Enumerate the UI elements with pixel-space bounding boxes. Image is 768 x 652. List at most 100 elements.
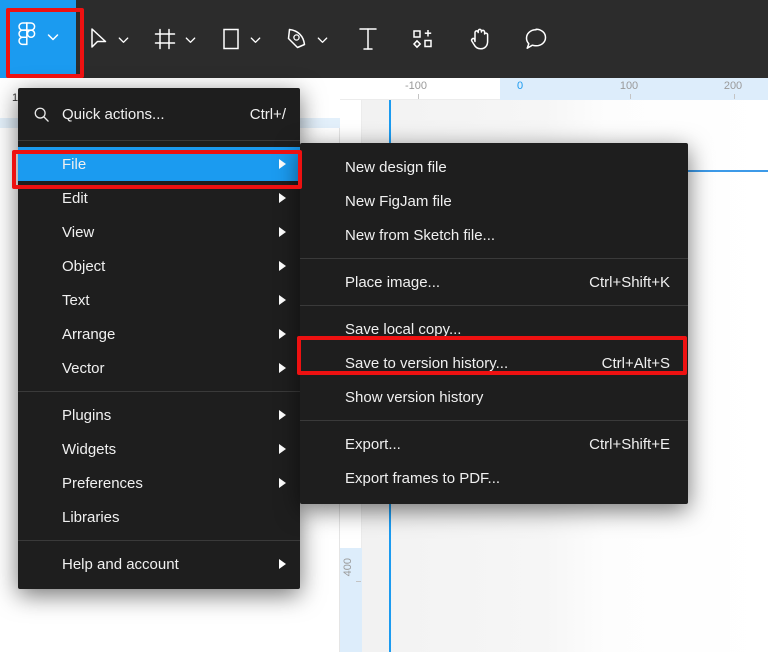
comment-tool-button[interactable] <box>508 0 564 78</box>
menu-item-label: Vector <box>62 360 105 377</box>
menu-item-label: Quick actions... <box>62 106 165 123</box>
chevron-right-icon <box>279 295 286 305</box>
ruler-tick-label-vertical: 400 <box>342 558 354 576</box>
ruler-tick-mark <box>418 94 419 99</box>
components-icon <box>411 27 437 51</box>
hand-icon <box>468 25 492 53</box>
menu-item-arrange[interactable]: Arrange <box>18 317 300 351</box>
ruler-tick-label-zero: 0 <box>517 80 523 92</box>
file-submenu-dropdown[interactable]: New design file New FigJam file New from… <box>300 143 688 504</box>
submenu-item-save-to-version-history[interactable]: Save to version history... Ctrl+Alt+S <box>300 346 688 380</box>
menu-item-widgets[interactable]: Widgets <box>18 432 300 466</box>
chevron-right-icon <box>279 363 286 373</box>
move-cursor-icon <box>88 26 110 52</box>
menu-separator <box>300 420 688 421</box>
chevron-down-icon[interactable] <box>249 33 262 46</box>
text-tool-button[interactable] <box>340 0 396 78</box>
chevron-right-icon <box>279 159 286 169</box>
submenu-item-export-frames-to-pdf[interactable]: Export frames to PDF... <box>300 461 688 495</box>
horizontal-ruler[interactable]: -100 0 100 200 <box>340 78 768 100</box>
submenu-item-new-figjam-file[interactable]: New FigJam file <box>300 184 688 218</box>
menu-item-file[interactable]: File <box>18 147 300 181</box>
chevron-right-icon <box>279 329 286 339</box>
menu-item-label: Text <box>62 292 90 309</box>
menu-item-shortcut: Ctrl+/ <box>228 106 286 123</box>
menu-item-view[interactable]: View <box>18 215 300 249</box>
move-tool-button[interactable] <box>76 0 142 78</box>
menu-separator <box>18 391 300 392</box>
frame-icon <box>153 27 177 51</box>
menu-item-edit[interactable]: Edit <box>18 181 300 215</box>
chevron-right-icon <box>279 559 286 569</box>
ruler-tick-mark <box>630 94 631 99</box>
menu-item-shortcut: Ctrl+Shift+E <box>567 436 670 453</box>
submenu-item-new-from-sketch-file[interactable]: New from Sketch file... <box>300 218 688 252</box>
menu-item-label: Object <box>62 258 105 275</box>
menu-item-libraries[interactable]: Libraries <box>18 500 300 534</box>
submenu-item-new-design-file[interactable]: New design file <box>300 150 688 184</box>
menu-separator <box>300 258 688 259</box>
menu-item-label: New from Sketch file... <box>345 227 495 244</box>
comment-icon <box>523 26 549 52</box>
chevron-down-icon <box>46 30 60 49</box>
menu-separator <box>18 140 300 141</box>
menu-item-text[interactable]: Text <box>18 283 300 317</box>
menu-item-label: Libraries <box>62 509 120 526</box>
menu-item-shortcut: Ctrl+Shift+K <box>567 274 670 291</box>
menu-item-label: Export... <box>345 436 401 453</box>
figma-logo-icon <box>16 22 38 57</box>
figma-logo-button[interactable] <box>0 0 76 78</box>
menu-item-help-and-account[interactable]: Help and account <box>18 547 300 581</box>
ruler-tick-mark <box>734 94 735 99</box>
menu-item-label: File <box>62 156 86 173</box>
menu-item-label: Widgets <box>62 441 116 458</box>
chevron-right-icon <box>279 444 286 454</box>
menu-item-label: New design file <box>345 159 447 176</box>
chevron-right-icon <box>279 193 286 203</box>
ruler-tick-label: 200 <box>724 80 742 92</box>
menu-item-label: Save to version history... <box>345 355 508 372</box>
menu-separator <box>300 305 688 306</box>
chevron-right-icon <box>279 261 286 271</box>
chevron-down-icon[interactable] <box>117 33 130 46</box>
menu-item-label: Save local copy... <box>345 321 461 338</box>
menu-item-plugins[interactable]: Plugins <box>18 398 300 432</box>
figma-app-window: 1 -100 0 100 200 400 <box>0 0 768 652</box>
menu-item-preferences[interactable]: Preferences <box>18 466 300 500</box>
menu-item-quick-actions[interactable]: Quick actions... Ctrl+/ <box>18 94 300 134</box>
chevron-right-icon <box>279 227 286 237</box>
hand-tool-button[interactable] <box>452 0 508 78</box>
pen-icon <box>285 26 309 52</box>
menu-item-label: View <box>62 224 94 241</box>
chevron-right-icon <box>279 478 286 488</box>
submenu-item-show-version-history[interactable]: Show version history <box>300 380 688 414</box>
ruler-tick-label: -100 <box>405 80 427 92</box>
chevron-down-icon[interactable] <box>316 33 329 46</box>
menu-item-label: Preferences <box>62 475 143 492</box>
pen-tool-button[interactable] <box>274 0 340 78</box>
frame-tool-button[interactable] <box>142 0 208 78</box>
rectangle-icon <box>220 26 242 52</box>
menu-item-label: Export frames to PDF... <box>345 470 500 487</box>
menu-item-label: New FigJam file <box>345 193 452 210</box>
menu-item-label: Show version history <box>345 389 483 406</box>
submenu-item-place-image[interactable]: Place image... Ctrl+Shift+K <box>300 265 688 299</box>
menu-item-vector[interactable]: Vector <box>18 351 300 385</box>
submenu-item-save-local-copy[interactable]: Save local copy... <box>300 312 688 346</box>
ruler-tick-mark-vertical <box>356 581 361 582</box>
menu-item-label: Edit <box>62 190 88 207</box>
menu-item-label: Place image... <box>345 274 440 291</box>
ruler-tick-label: 100 <box>620 80 638 92</box>
shape-tool-button[interactable] <box>208 0 274 78</box>
menu-separator <box>18 540 300 541</box>
actions-tool-button[interactable] <box>396 0 452 78</box>
main-menu-dropdown[interactable]: Quick actions... Ctrl+/ File Edit View O… <box>18 88 300 589</box>
menu-item-label: Plugins <box>62 407 111 424</box>
chevron-down-icon[interactable] <box>184 33 197 46</box>
text-icon <box>356 25 380 53</box>
chevron-right-icon <box>279 410 286 420</box>
menu-item-object[interactable]: Object <box>18 249 300 283</box>
submenu-item-export[interactable]: Export... Ctrl+Shift+E <box>300 427 688 461</box>
menu-item-label: Arrange <box>62 326 115 343</box>
main-toolbar <box>0 0 768 78</box>
